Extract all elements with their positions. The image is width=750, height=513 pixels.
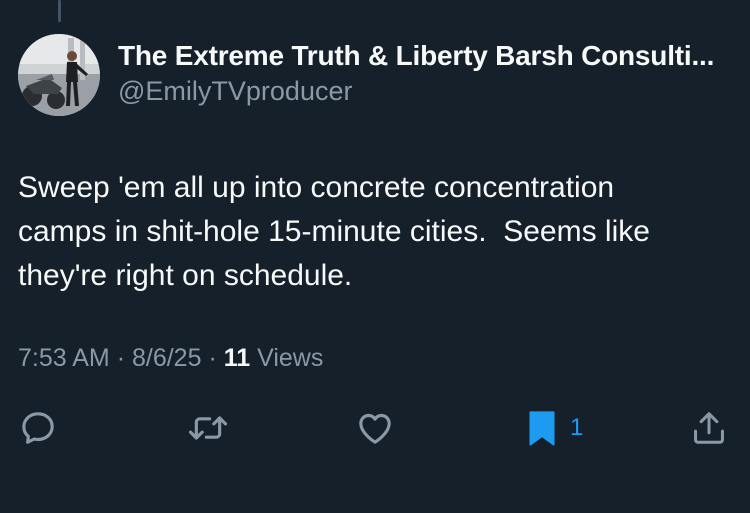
share-button[interactable]	[690, 408, 728, 448]
retweet-icon	[188, 416, 228, 440]
avatar-photo	[18, 34, 100, 116]
tweet-text: Sweep 'em all up into concrete concentra…	[18, 171, 650, 292]
bookmark-count: 1	[570, 414, 584, 441]
author-handle[interactable]: @EmilyTVproducer	[118, 76, 352, 107]
reply-icon	[22, 412, 54, 444]
bookmark-button[interactable]: 1	[526, 408, 583, 448]
tweet-metadata: 7:53 AM · 8/6/25 · 11 Views	[18, 344, 323, 373]
separator: ·	[208, 344, 217, 372]
separator: ·	[116, 344, 126, 372]
thread-connector-line	[58, 0, 61, 22]
views-label: Views	[257, 344, 324, 372]
author-display-name[interactable]: The Extreme Truth & Liberty Barsh Consul…	[118, 40, 714, 72]
heart-icon	[359, 413, 391, 444]
tweet-date[interactable]: 8/6/25	[132, 344, 202, 372]
share-icon	[694, 412, 724, 444]
like-button[interactable]	[354, 408, 396, 448]
retweet-button[interactable]	[186, 408, 230, 448]
avatar[interactable]	[18, 34, 100, 116]
reply-button[interactable]	[18, 408, 58, 448]
views-count: 11	[223, 344, 251, 372]
tweet-detail: The Extreme Truth & Liberty Barsh Consul…	[0, 0, 750, 513]
tweet-time[interactable]: 7:53 AM	[18, 344, 110, 372]
bookmark-icon	[529, 411, 555, 446]
